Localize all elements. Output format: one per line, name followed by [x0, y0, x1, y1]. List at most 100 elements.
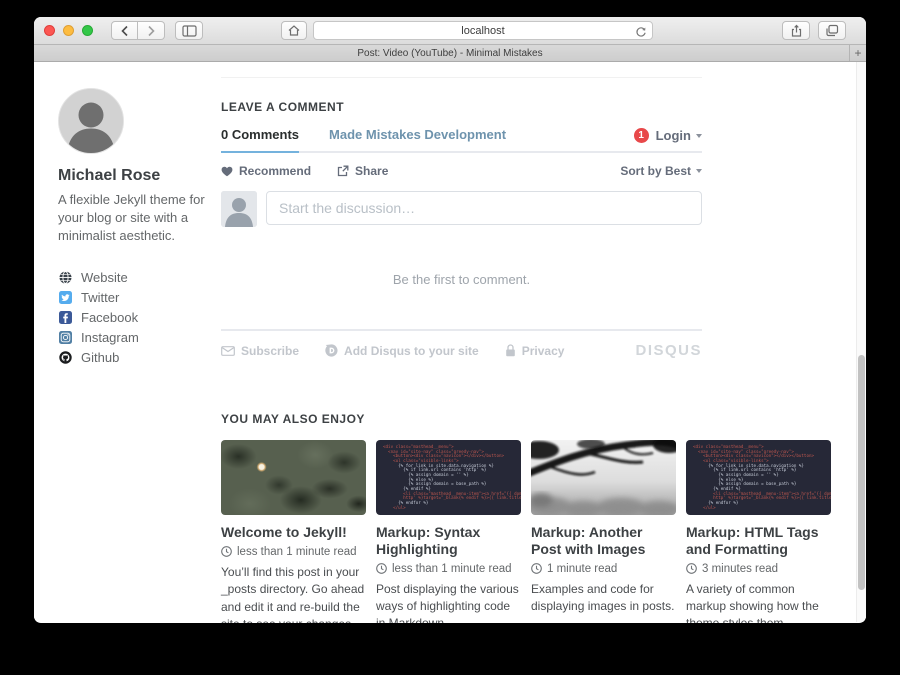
recommend-label: Recommend [239, 164, 311, 178]
person-silhouette-icon [221, 191, 257, 227]
sidebar-toggle-icon [182, 25, 197, 37]
instagram-icon [58, 331, 72, 345]
disqus-footer: Subscribe Add Disqus to your site Privac… [221, 329, 702, 359]
post-excerpt: Examples and code for displaying images … [531, 581, 676, 616]
post-title-link[interactable]: Markup: HTML Tags and Formatting [686, 524, 831, 558]
back-button[interactable] [111, 21, 138, 40]
share-box-icon [337, 165, 349, 177]
share-icon [790, 24, 803, 38]
main-column: LEAVE A COMMENT 0 Comments Made Mistakes… [221, 62, 833, 623]
disqus-actions: Recommend Share Sort by Best [221, 164, 702, 178]
empty-state-message: Be the first to comment. [221, 272, 702, 287]
author-name: Michael Rose [58, 167, 208, 185]
related-posts: Welcome to Jekyll! less than 1 minute re… [221, 440, 833, 623]
related-card: <div class="masthead__menu"> <nav id="si… [686, 440, 831, 623]
new-tab-button[interactable]: + [849, 45, 866, 61]
subscribe-link[interactable]: Subscribe [221, 344, 299, 358]
close-window-button[interactable] [44, 25, 55, 36]
sidebar-link-label: Twitter [81, 290, 119, 305]
tab-bar: Post: Video (YouTube) - Minimal Mistakes… [34, 45, 866, 62]
post-title-link[interactable]: Welcome to Jekyll! [221, 524, 366, 541]
post-meta: less than 1 minute read [376, 563, 521, 575]
zoom-window-button[interactable] [82, 25, 93, 36]
disqus-nav: 0 Comments Made Mistakes Development 1 L… [221, 127, 702, 153]
read-time: 1 minute read [547, 563, 617, 575]
scrollbar-track[interactable] [856, 62, 866, 622]
read-time: less than 1 minute read [237, 546, 357, 558]
chevron-down-icon [696, 134, 702, 138]
privacy-link[interactable]: Privacy [505, 344, 565, 358]
forward-icon [146, 25, 156, 37]
post-thumbnail-code[interactable]: <div class="masthead__menu"> <nav id="si… [686, 440, 831, 515]
sidebar-item-github[interactable]: Github [58, 348, 208, 368]
post-thumbnail-moss[interactable] [221, 440, 366, 515]
post-title-link[interactable]: Markup: Another Post with Images [531, 524, 676, 558]
github-icon [58, 351, 72, 365]
home-button[interactable] [281, 21, 307, 40]
foggy-tree-image [531, 440, 676, 515]
share-button[interactable] [782, 21, 810, 40]
comments-heading: LEAVE A COMMENT [221, 100, 833, 114]
globe-icon [58, 271, 72, 285]
lock-icon [505, 344, 516, 357]
sidebar-item-website[interactable]: Website [58, 268, 208, 288]
commenter-avatar [221, 191, 257, 227]
related-heading: YOU MAY ALSO ENJOY [221, 412, 833, 426]
browser-window: localhost Post: Video (YouTube) - Minima… [34, 17, 866, 623]
forward-button[interactable] [138, 21, 165, 40]
disqus-logo-icon [325, 344, 338, 357]
sort-menu[interactable]: Sort by Best [620, 164, 702, 178]
sidebar-item-twitter[interactable]: Twitter [58, 288, 208, 308]
sidebar-item-instagram[interactable]: Instagram [58, 328, 208, 348]
post-excerpt: Post displaying the various ways of high… [376, 581, 521, 623]
notification-badge[interactable]: 1 [634, 128, 649, 143]
clock-icon [376, 563, 387, 574]
post-meta: less than 1 minute read [221, 546, 366, 558]
chevron-down-icon [696, 169, 702, 173]
page-content: Michael Rose A flexible Jekyll theme for… [34, 62, 866, 622]
community-link[interactable]: Made Mistakes Development [329, 127, 506, 151]
share-thread-button[interactable]: Share [337, 164, 388, 178]
author-sidebar: Michael Rose A flexible Jekyll theme for… [58, 88, 208, 368]
post-meta: 3 minutes read [686, 563, 831, 575]
comment-compose [221, 191, 702, 227]
post-title-link[interactable]: Markup: Syntax Highlighting [376, 524, 521, 558]
sidebar-link-label: Github [81, 350, 119, 365]
post-excerpt: You’ll find this post in your _posts dir… [221, 564, 366, 623]
login-label: Login [656, 128, 691, 143]
privacy-label: Privacy [522, 344, 565, 358]
clock-icon [531, 563, 542, 574]
sidebar-link-label: Website [81, 270, 128, 285]
post-meta: 1 minute read [531, 563, 676, 575]
add-disqus-label: Add Disqus to your site [344, 344, 479, 358]
related-card: <div class="masthead__menu"> <nav id="si… [376, 440, 521, 623]
sidebar-item-facebook[interactable]: Facebook [58, 308, 208, 328]
refresh-button[interactable] [635, 25, 647, 43]
clock-icon [221, 546, 232, 557]
sidebar-link-label: Instagram [81, 330, 139, 345]
heart-icon [221, 166, 233, 177]
related-card: Markup: Another Post with Images 1 minut… [531, 440, 676, 623]
code-line: </ul> [383, 506, 514, 511]
comment-input[interactable] [266, 191, 702, 225]
comments-count-tab[interactable]: 0 Comments [221, 127, 299, 153]
disqus-wordmark[interactable]: DISQUS [635, 342, 702, 359]
tab-overview-button[interactable] [818, 21, 846, 40]
add-disqus-link[interactable]: Add Disqus to your site [325, 344, 479, 358]
scrollbar-thumb[interactable] [858, 355, 865, 590]
post-thumbnail-code[interactable]: <div class="masthead__menu"> <nav id="si… [376, 440, 521, 515]
post-thumbnail-foggy-tree[interactable] [531, 440, 676, 515]
author-links: Website Twitter Facebook [58, 268, 208, 368]
minimize-window-button[interactable] [63, 25, 74, 36]
traffic-lights [44, 25, 93, 36]
recommend-button[interactable]: Recommend [221, 164, 311, 178]
sidebar-toggle-button[interactable] [175, 21, 203, 40]
read-time: 3 minutes read [702, 563, 778, 575]
active-tab[interactable]: Post: Video (YouTube) - Minimal Mistakes [357, 48, 542, 59]
address-bar[interactable]: localhost [313, 21, 653, 40]
sidebar-link-label: Facebook [81, 310, 138, 325]
login-menu[interactable]: 1 Login [634, 128, 702, 151]
related-card: Welcome to Jekyll! less than 1 minute re… [221, 440, 366, 623]
share-label: Share [355, 164, 388, 178]
post-excerpt: A variety of common markup showing how t… [686, 581, 831, 623]
